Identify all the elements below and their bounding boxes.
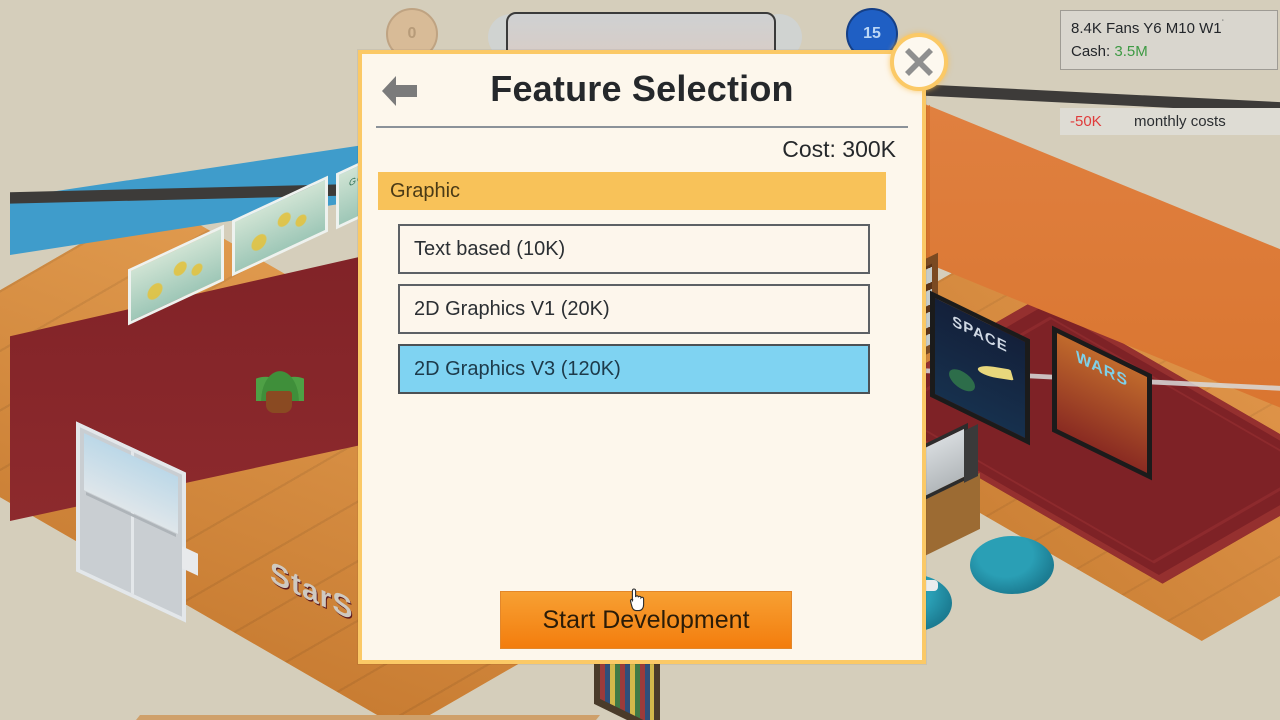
dialog-header: Feature Selection [362, 54, 922, 128]
feature-group-header: Graphic [378, 172, 886, 210]
beanbag-4 [970, 536, 1054, 594]
cash-line: Cash: 3.5M [1071, 41, 1267, 64]
start-development-button[interactable]: Start Development [500, 591, 792, 649]
cost-label: Cost: 300K [782, 136, 896, 162]
cash-value: 3.5M [1114, 42, 1148, 60]
poster-spaceship [976, 364, 1014, 381]
cash-label: Cash: [1071, 42, 1115, 60]
fans-date-text: 8.4K Fans Y6 M10 W1 [1071, 20, 1222, 37]
feature-option-0[interactable]: Text based (10K) [398, 224, 870, 274]
building-base-left [100, 715, 600, 720]
status-box: 8.4K Fans Y6 M10 W1˙ Cash: 3.5M [1060, 10, 1278, 70]
pause-indicator-icon: ˙ [1221, 19, 1225, 30]
page-title: Feature Selection [490, 68, 794, 109]
feature-selection-dialog: Feature Selection Cost: 300K Graphic Tex… [358, 50, 926, 664]
fans-date-line: 8.4K Fans Y6 M10 W1˙ [1071, 17, 1267, 41]
monthly-costs-amount: -50K [1070, 113, 1102, 130]
close-icon [905, 48, 933, 76]
poster-planet [949, 364, 975, 396]
monthly-costs-label: monthly costs [1134, 113, 1226, 130]
feature-option-1[interactable]: 2D Graphics V1 (20K) [398, 284, 870, 334]
feature-list: Graphic Text based (10K) 2D Graphics V1 … [362, 172, 922, 660]
plant-pot [266, 391, 292, 413]
feature-option-2[interactable]: 2D Graphics V3 (120K) [398, 344, 870, 394]
game-screen: GOALS StarS [0, 0, 1280, 720]
header-divider [376, 126, 908, 128]
close-button[interactable] [890, 33, 948, 91]
monthly-costs-bar: -50K monthly costs [1060, 108, 1280, 135]
